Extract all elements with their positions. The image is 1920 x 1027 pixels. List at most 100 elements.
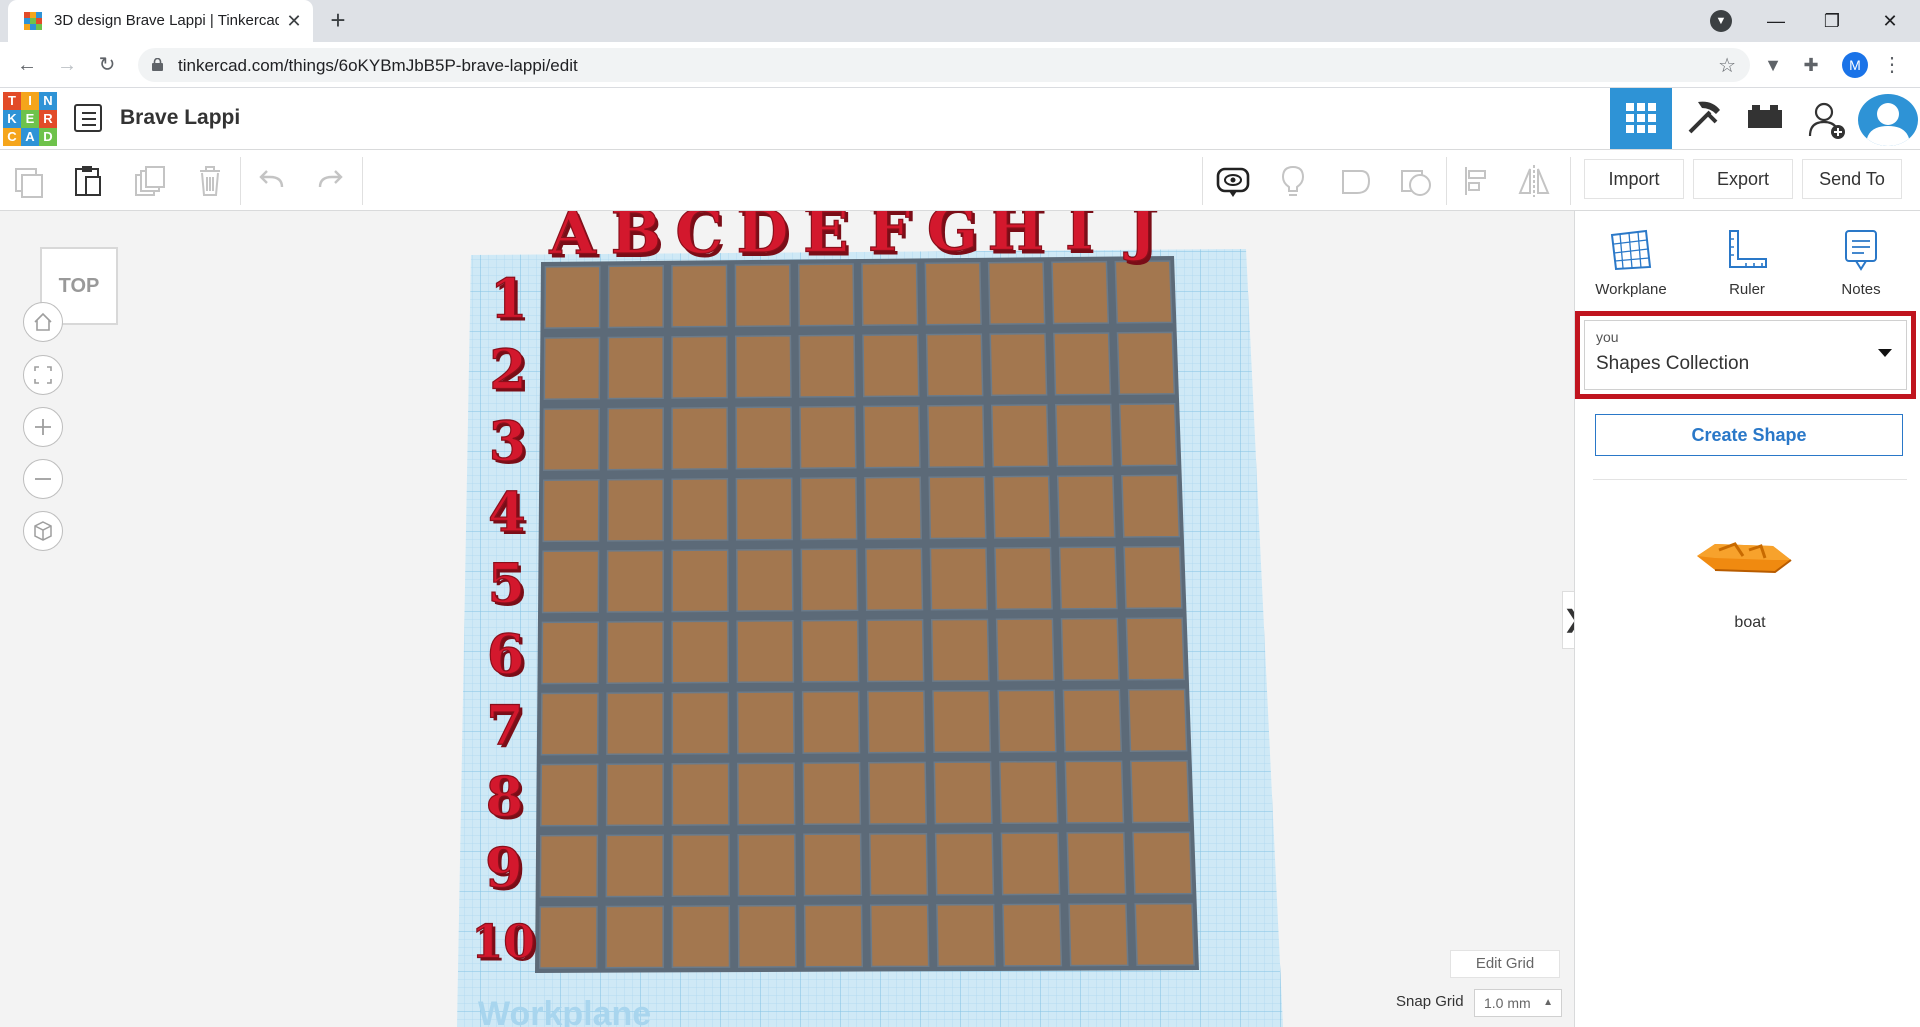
board-tile[interactable] bbox=[607, 407, 664, 471]
zoom-in-icon[interactable] bbox=[23, 407, 63, 447]
column-label[interactable]: G bbox=[926, 211, 978, 266]
extensions-puzzle-icon[interactable]: ✚ bbox=[1800, 54, 1822, 76]
board-tile[interactable] bbox=[934, 832, 995, 896]
board-tile[interactable] bbox=[734, 263, 792, 328]
board-tile[interactable] bbox=[539, 834, 599, 898]
board-tile[interactable] bbox=[999, 760, 1059, 825]
board-tile[interactable] bbox=[994, 546, 1053, 611]
board-tile[interactable] bbox=[924, 262, 982, 326]
board-tile[interactable] bbox=[538, 905, 598, 969]
board-tile[interactable] bbox=[1121, 474, 1181, 538]
board-tile[interactable] bbox=[1125, 617, 1186, 681]
board-tile[interactable] bbox=[736, 619, 795, 684]
tab-close-icon[interactable]: ✕ bbox=[282, 9, 306, 33]
tab-search-icon[interactable]: ▼ bbox=[1710, 10, 1732, 32]
import-button[interactable]: Import bbox=[1584, 159, 1684, 199]
board-tile[interactable] bbox=[734, 335, 792, 399]
profile-avatar[interactable]: M bbox=[1842, 52, 1868, 78]
board-tile[interactable] bbox=[997, 689, 1057, 753]
forward-icon[interactable]: → bbox=[53, 51, 81, 79]
shape-item-boat[interactable]: boat bbox=[1675, 516, 1825, 656]
row-label[interactable]: 3 bbox=[488, 408, 527, 473]
column-label[interactable]: H bbox=[987, 211, 1045, 265]
board-tile[interactable] bbox=[671, 478, 729, 542]
row-label[interactable]: 5 bbox=[487, 550, 526, 615]
board-tile[interactable] bbox=[736, 548, 794, 612]
reload-icon[interactable]: ↻ bbox=[93, 51, 121, 79]
column-label[interactable]: A bbox=[548, 211, 598, 269]
board-tile[interactable] bbox=[862, 333, 920, 398]
mirror-icon[interactable] bbox=[1514, 161, 1554, 201]
column-label[interactable]: D bbox=[736, 211, 789, 267]
board-tile[interactable] bbox=[797, 263, 855, 327]
board-tile[interactable] bbox=[671, 762, 730, 826]
board-tile[interactable] bbox=[992, 475, 1052, 539]
board-tile[interactable] bbox=[671, 833, 730, 897]
row-label[interactable]: 2 bbox=[489, 337, 528, 402]
export-button[interactable]: Export bbox=[1693, 159, 1793, 199]
board-tile[interactable] bbox=[929, 547, 989, 611]
maximize-button[interactable]: ❐ bbox=[1812, 6, 1852, 36]
board-tile[interactable] bbox=[605, 905, 664, 969]
paste-icon[interactable] bbox=[68, 161, 108, 201]
duplicate-icon[interactable] bbox=[130, 161, 170, 201]
invite-user-icon[interactable] bbox=[1798, 88, 1856, 149]
board-tile[interactable] bbox=[1058, 546, 1118, 610]
send-to-button[interactable]: Send To bbox=[1802, 159, 1902, 199]
board-tile[interactable] bbox=[801, 619, 860, 683]
board-tile[interactable] bbox=[1064, 760, 1125, 824]
board-tile[interactable] bbox=[671, 406, 729, 471]
column-label[interactable]: J bbox=[1123, 211, 1158, 264]
board-tile[interactable] bbox=[605, 834, 664, 898]
undo-icon[interactable] bbox=[252, 161, 292, 201]
browser-menu-icon[interactable]: ⋮ bbox=[1882, 52, 1902, 78]
3d-design-view-icon[interactable] bbox=[1610, 88, 1672, 149]
board-tile[interactable] bbox=[606, 692, 664, 756]
ruler-tool[interactable]: Ruler bbox=[1699, 223, 1795, 313]
board-tile[interactable] bbox=[541, 621, 600, 685]
board-tile[interactable] bbox=[1132, 831, 1193, 895]
align-icon[interactable] bbox=[1458, 161, 1498, 201]
bricks-icon[interactable] bbox=[1734, 88, 1796, 149]
board-tile[interactable] bbox=[1060, 617, 1120, 681]
board-tile[interactable] bbox=[544, 265, 601, 329]
board-tile[interactable] bbox=[799, 405, 857, 469]
board-tile[interactable] bbox=[864, 476, 922, 540]
board-tile[interactable] bbox=[925, 333, 984, 397]
redo-icon[interactable] bbox=[310, 161, 350, 201]
board-tile[interactable] bbox=[933, 761, 993, 825]
workplane-tool[interactable]: Workplane bbox=[1583, 223, 1679, 313]
board-tile[interactable] bbox=[1053, 332, 1112, 396]
light-bulb-icon[interactable] bbox=[1273, 161, 1313, 201]
board-tile[interactable] bbox=[1051, 260, 1110, 325]
board-tile[interactable] bbox=[801, 690, 861, 754]
board-tile[interactable] bbox=[1068, 903, 1129, 967]
workplane[interactable]: AA BB CC DD EE FF GG HH II JJ 1122334455667788991… bbox=[0, 211, 1574, 1027]
board-tile[interactable] bbox=[869, 904, 930, 968]
board-tile[interactable] bbox=[671, 620, 730, 684]
board-tile[interactable] bbox=[671, 549, 729, 613]
board-tile[interactable] bbox=[735, 477, 793, 541]
delete-icon[interactable] bbox=[190, 161, 230, 201]
board-tile[interactable] bbox=[930, 618, 990, 682]
board-tile[interactable] bbox=[932, 689, 992, 754]
board-tile[interactable] bbox=[540, 763, 599, 827]
notes-tool[interactable]: Notes bbox=[1813, 223, 1909, 313]
board-tile[interactable] bbox=[991, 404, 1050, 468]
board-tile[interactable] bbox=[867, 690, 926, 754]
group-icon[interactable] bbox=[1335, 161, 1375, 201]
row-label[interactable]: 1 bbox=[489, 266, 528, 331]
extension-icon[interactable]: ▼ bbox=[1762, 54, 1784, 76]
board-tile[interactable] bbox=[803, 833, 863, 897]
omnibox[interactable]: tinkercad.com/things/6oKYBmJbB5P-brave-l… bbox=[138, 48, 1750, 82]
board-tile[interactable] bbox=[927, 404, 985, 468]
board-tile[interactable] bbox=[542, 479, 600, 543]
board-tile[interactable] bbox=[737, 762, 796, 826]
board-tile[interactable] bbox=[987, 261, 1046, 325]
minimize-button[interactable]: — bbox=[1756, 6, 1796, 36]
board-tile[interactable] bbox=[736, 691, 795, 755]
board-tile[interactable] bbox=[928, 476, 987, 540]
tinkercad-logo[interactable]: TINKERCAD bbox=[3, 92, 57, 146]
column-label[interactable]: B bbox=[610, 211, 662, 269]
notes-visibility-icon[interactable] bbox=[1213, 161, 1253, 201]
